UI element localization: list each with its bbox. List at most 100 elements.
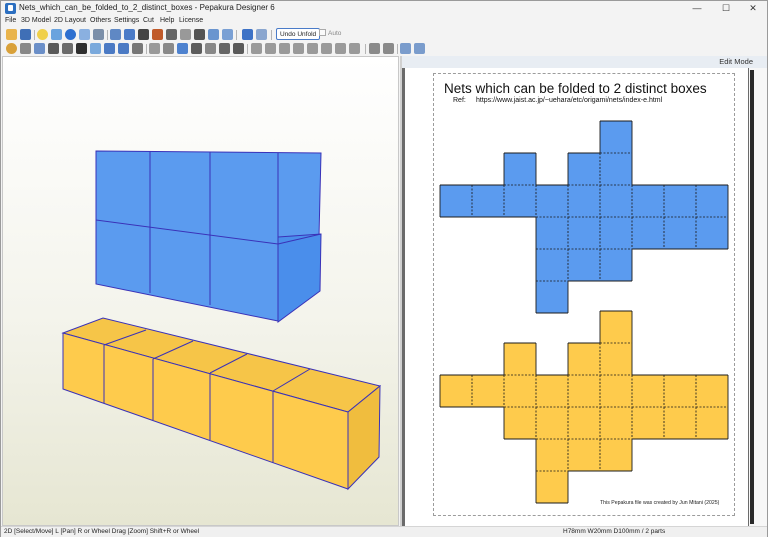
credit-note: This Pepakura file was created by Jun Mi… <box>600 500 720 506</box>
toolbar-tools <box>1 42 767 56</box>
net-face <box>696 375 728 407</box>
maximize-button[interactable]: ☐ <box>712 1 740 16</box>
net-face <box>600 153 632 185</box>
zoom-fit-icon[interactable] <box>208 29 219 40</box>
flap-icon[interactable] <box>152 29 163 40</box>
net-face <box>536 217 568 249</box>
net-face <box>568 375 600 407</box>
checkbox-box[interactable] <box>319 29 326 36</box>
menu-cut[interactable]: Cut <box>143 17 154 24</box>
distribute-icon[interactable] <box>335 43 346 54</box>
distribute-vertical-icon[interactable] <box>349 43 360 54</box>
net-face <box>568 153 600 185</box>
rotate-icon[interactable] <box>124 29 135 40</box>
net-face <box>632 407 664 439</box>
align-icon[interactable] <box>191 43 202 54</box>
toolbar-main: Undo Unfold Auto <box>1 28 767 42</box>
menu-license[interactable]: License <box>179 17 203 24</box>
2d-layout-pane[interactable]: Edit Mode Nets which can be folded to 2 … <box>402 56 767 526</box>
align-top-icon[interactable] <box>293 43 304 54</box>
net-face <box>568 249 600 281</box>
align-middle-icon[interactable] <box>307 43 318 54</box>
net-face <box>536 249 568 281</box>
net-face <box>696 217 728 249</box>
edge-icon[interactable] <box>138 29 149 40</box>
menu-3d-model[interactable]: 3D Model <box>21 17 51 24</box>
wireframe-icon[interactable] <box>79 29 90 40</box>
yellow-net-part[interactable] <box>439 310 729 504</box>
paper-sheet[interactable]: Nets which can be folded to 2 distinct b… <box>405 68 748 526</box>
yellow-box-model[interactable] <box>61 317 382 491</box>
zoom-page-icon[interactable] <box>414 43 425 54</box>
3d-model-canvas[interactable] <box>3 57 399 526</box>
net-face <box>536 407 568 439</box>
net-face <box>568 439 600 471</box>
blue-box-model[interactable] <box>95 150 322 323</box>
auto-checkbox[interactable]: Auto <box>319 29 341 39</box>
undo-icon[interactable] <box>104 43 115 54</box>
window-title: Nets_which_can_be_folded_to_2_distinct_b… <box>19 3 275 12</box>
net-face <box>536 375 568 407</box>
axis-icon[interactable] <box>166 29 177 40</box>
flip-icon[interactable] <box>132 43 143 54</box>
layer-icon[interactable] <box>369 43 380 54</box>
page-icon[interactable] <box>149 43 160 54</box>
net-face <box>536 185 568 217</box>
menu-file[interactable]: File <box>5 17 16 24</box>
minimize-button[interactable]: — <box>683 1 711 16</box>
blue-box-side-face <box>277 233 322 323</box>
move-icon[interactable] <box>34 43 45 54</box>
redo-icon[interactable] <box>118 43 129 54</box>
open-folder-icon[interactable] <box>6 29 17 40</box>
sphere-icon[interactable] <box>65 29 76 40</box>
menu-settings[interactable]: Settings <box>114 17 139 24</box>
unfold-icon[interactable] <box>110 29 121 40</box>
align-left-icon[interactable] <box>251 43 262 54</box>
settings-icon[interactable] <box>383 43 394 54</box>
menu-2d-layout[interactable]: 2D Layout <box>54 17 86 24</box>
cube-icon[interactable] <box>51 29 62 40</box>
nets-canvas[interactable] <box>405 68 748 526</box>
align-right-icon[interactable] <box>279 43 290 54</box>
net-face <box>504 407 536 439</box>
scrollbar-thumb[interactable] <box>750 70 754 524</box>
view-mode-icon[interactable] <box>93 29 104 40</box>
split-view-icon[interactable] <box>242 29 253 40</box>
print-icon[interactable] <box>233 43 244 54</box>
single-view-icon[interactable] <box>256 29 267 40</box>
save-icon[interactable] <box>20 29 31 40</box>
export-icon[interactable] <box>219 43 230 54</box>
light-bulb-icon[interactable] <box>37 29 48 40</box>
pen-icon[interactable] <box>48 43 59 54</box>
vertical-scrollbar[interactable] <box>749 68 767 526</box>
align-center-icon[interactable] <box>265 43 276 54</box>
close-button[interactable]: ✕ <box>739 1 767 16</box>
status-hint: 2D [Select/Move] L [Pan] R or Wheel Drag… <box>4 528 200 535</box>
app-window: Nets_which_can_be_folded_to_2_distinct_b… <box>0 0 768 537</box>
join-icon[interactable] <box>194 29 205 40</box>
text-icon[interactable] <box>76 43 87 54</box>
box-icon[interactable] <box>177 43 188 54</box>
title-bar: Nets_which_can_be_folded_to_2_distinct_b… <box>1 1 767 16</box>
scissors-icon[interactable] <box>62 43 73 54</box>
image-icon[interactable] <box>90 43 101 54</box>
net-face <box>440 185 472 217</box>
edit-mode-label: Edit Mode <box>719 57 753 66</box>
select-icon[interactable] <box>6 43 17 54</box>
toolbar-separator <box>107 30 108 40</box>
menu-help[interactable]: Help <box>160 17 174 24</box>
pan-icon[interactable] <box>20 43 31 54</box>
align-bottom-icon[interactable] <box>321 43 332 54</box>
undo-unfold-button[interactable]: Undo Unfold <box>276 28 321 40</box>
net-face <box>472 185 504 217</box>
blue-net-part[interactable] <box>439 120 729 314</box>
menu-others[interactable]: Others <box>90 17 111 24</box>
net-face <box>600 439 632 471</box>
3d-view-pane[interactable] <box>2 56 399 526</box>
fit-page-icon[interactable] <box>400 43 411 54</box>
zoom-selection-icon[interactable] <box>222 29 233 40</box>
grid-icon[interactable] <box>205 43 216 54</box>
texture-icon[interactable] <box>180 29 191 40</box>
net-face <box>600 407 632 439</box>
arrange-icon[interactable] <box>163 43 174 54</box>
